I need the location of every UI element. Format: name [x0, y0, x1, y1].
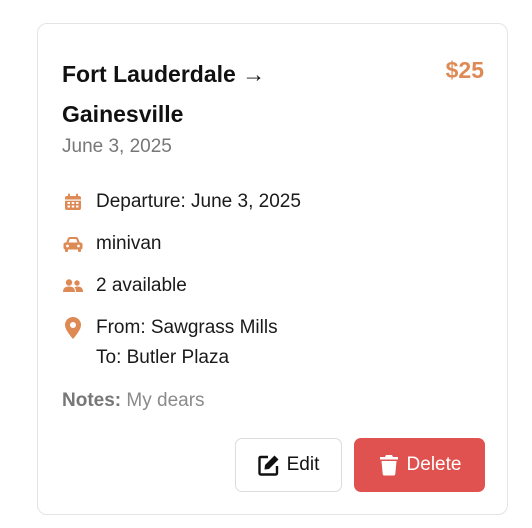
trash-icon	[378, 454, 400, 476]
edit-label: Edit	[286, 454, 320, 475]
map-pin-icon	[62, 317, 84, 339]
seats-row: 2 available	[62, 271, 187, 301]
vehicle-row: minivan	[62, 229, 161, 259]
ride-date: June 3, 2025	[62, 136, 172, 157]
users-icon	[62, 275, 84, 297]
notes: Notes: My dears	[62, 386, 205, 416]
ride-card: Fort Lauderdale → Gainesville $25 June 3…	[37, 23, 508, 515]
vehicle-text: minivan	[96, 233, 162, 254]
price-tag: $25	[445, 57, 484, 83]
to-text: To: Butler Plaza	[96, 347, 230, 368]
departure-text: Departure: June 3, 2025	[96, 191, 301, 212]
car-icon	[62, 233, 84, 255]
departure-row: Departure: June 3, 2025	[62, 187, 301, 217]
seats-text: 2 available	[96, 275, 187, 296]
route-title: Fort Lauderdale → Gainesville	[62, 61, 266, 127]
delete-label: Delete	[406, 454, 462, 475]
notes-label: Notes:	[62, 390, 122, 411]
edit-icon	[257, 454, 280, 476]
location-row: From: Sawgrass Mills To: Butler Plaza	[62, 313, 278, 373]
edit-button[interactable]: Edit	[235, 438, 342, 492]
notes-text: My dears	[126, 390, 205, 411]
from-text: From: Sawgrass Mills	[96, 317, 278, 338]
calendar-icon	[62, 191, 84, 213]
delete-button[interactable]: Delete	[354, 438, 485, 492]
